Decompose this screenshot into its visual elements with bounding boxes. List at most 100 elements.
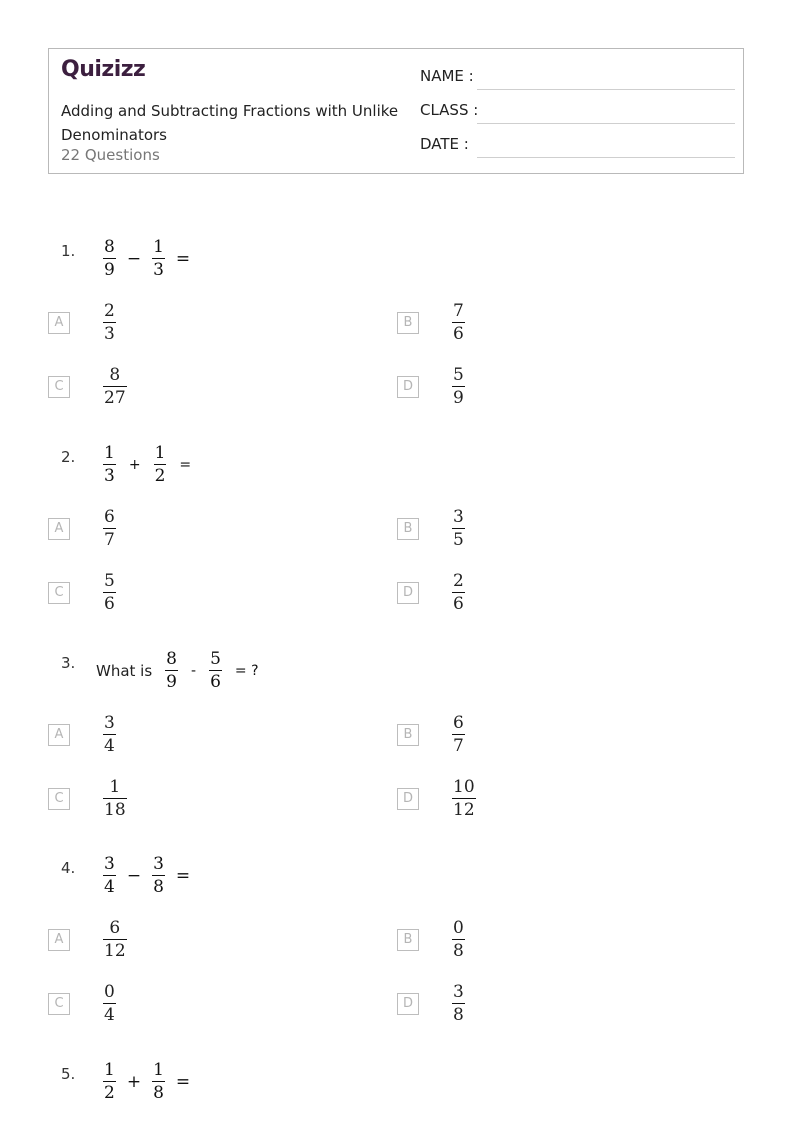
question-number: 4. bbox=[61, 859, 76, 877]
answer-choice-b[interactable]: B08 bbox=[397, 917, 468, 962]
operator: = ? bbox=[234, 662, 259, 679]
denominator: 4 bbox=[104, 877, 115, 897]
class-label: CLASS : bbox=[420, 101, 479, 119]
question-number: 1. bbox=[61, 242, 76, 260]
numerator: 3 bbox=[453, 982, 464, 1002]
question-count: 22 Questions bbox=[61, 146, 160, 164]
answer-choice-c[interactable]: C 04 bbox=[48, 981, 119, 1026]
answer-choice-a[interactable]: A67 bbox=[48, 506, 119, 551]
numerator: 3 bbox=[453, 507, 464, 527]
denominator: 9 bbox=[453, 388, 464, 408]
fraction: 76 bbox=[452, 300, 465, 345]
fraction: 26 bbox=[452, 570, 465, 615]
name-line[interactable] bbox=[477, 89, 735, 90]
fraction: 13 bbox=[152, 236, 165, 281]
numerator: 5 bbox=[210, 649, 221, 669]
question-expression: 1 3 +1 2 = bbox=[100, 442, 201, 487]
choice-letter-box[interactable]: C bbox=[48, 787, 70, 810]
numerator: 3 bbox=[104, 854, 115, 874]
fraction: 59 bbox=[452, 364, 465, 409]
choice-letter-box[interactable]: A bbox=[48, 928, 70, 951]
answer-choice-d[interactable]: D59 bbox=[397, 364, 468, 409]
question-expression: What is 8 9-5 6 = ? bbox=[96, 648, 269, 693]
answer-choice-c[interactable]: C56 bbox=[48, 570, 119, 615]
date-line[interactable] bbox=[477, 157, 735, 158]
denominator: 2 bbox=[154, 466, 166, 486]
answer-choice-a[interactable]: A 23 bbox=[48, 300, 119, 345]
numerator: 5 bbox=[104, 571, 115, 591]
fraction: 34 bbox=[103, 712, 116, 757]
numerator: 6 bbox=[109, 918, 121, 938]
fraction: 23 bbox=[103, 300, 116, 345]
choice-letter-box[interactable]: D bbox=[397, 375, 419, 398]
operator: + bbox=[126, 1071, 142, 1092]
fraction: 1 18 bbox=[103, 776, 127, 821]
choice-letter-box[interactable]: A bbox=[48, 723, 70, 746]
answer-choice-d[interactable]: D 26 bbox=[397, 570, 468, 615]
operator: − bbox=[126, 248, 142, 269]
choice-letter-box[interactable]: A bbox=[48, 517, 70, 540]
denominator: 6 bbox=[453, 594, 464, 614]
fraction: 35 bbox=[452, 506, 465, 551]
numerator: 8 bbox=[104, 237, 115, 257]
fraction: 18 bbox=[152, 1059, 165, 1104]
numerator: 3 bbox=[104, 713, 115, 733]
answer-choice-a[interactable]: A34 bbox=[48, 712, 119, 757]
answer-choice-c[interactable]: C 1 18 bbox=[48, 776, 130, 821]
denominator: 12 bbox=[453, 800, 475, 820]
denominator: 4 bbox=[104, 736, 115, 756]
date-field[interactable]: DATE : bbox=[420, 135, 735, 159]
answer-choice-a[interactable]: A 6 12 bbox=[48, 917, 130, 962]
operator: − bbox=[126, 865, 142, 886]
numerator: 1 bbox=[104, 443, 115, 463]
denominator: 12 bbox=[104, 941, 126, 961]
choice-letter-box[interactable]: B bbox=[397, 723, 419, 746]
question-expression: 3 4−3 8 = bbox=[100, 853, 198, 898]
fraction: 67 bbox=[452, 712, 465, 757]
quizizz-logo: Quizizz bbox=[61, 57, 146, 82]
class-field[interactable]: CLASS : bbox=[420, 101, 735, 125]
worksheet-title: Adding and Subtracting Fractions with Un… bbox=[61, 102, 399, 144]
answer-choice-b[interactable]: B 67 bbox=[397, 712, 468, 757]
numerator: 1 bbox=[154, 443, 166, 463]
choice-letter-box[interactable]: C bbox=[48, 375, 70, 398]
operator: = bbox=[175, 865, 191, 886]
choice-letter-box[interactable]: D bbox=[397, 787, 419, 810]
date-label: DATE : bbox=[420, 135, 469, 153]
numerator: 5 bbox=[453, 365, 464, 385]
denominator: 3 bbox=[104, 466, 115, 486]
answer-choice-d[interactable]: D 10 12 bbox=[397, 776, 479, 821]
choice-letter-box[interactable]: B bbox=[397, 311, 419, 334]
choice-letter-box[interactable]: C bbox=[48, 992, 70, 1015]
class-line[interactable] bbox=[477, 123, 735, 124]
choice-letter-box[interactable]: B bbox=[397, 517, 419, 540]
answer-choice-c[interactable]: C 8 27 bbox=[48, 364, 130, 409]
denominator: 9 bbox=[104, 260, 115, 280]
answer-choice-b[interactable]: B 35 bbox=[397, 506, 468, 551]
fraction: 6 12 bbox=[103, 917, 127, 962]
numerator: 8 bbox=[166, 649, 177, 669]
name-field[interactable]: NAME : bbox=[420, 67, 735, 91]
choice-letter-box[interactable]: B bbox=[397, 928, 419, 951]
numerator: 1 bbox=[109, 777, 121, 797]
numerator: 8 bbox=[109, 365, 121, 385]
choice-letter-box[interactable]: C bbox=[48, 581, 70, 604]
choice-letter-box[interactable]: A bbox=[48, 311, 70, 334]
choice-letter-box[interactable]: D bbox=[397, 992, 419, 1015]
fraction: 38 bbox=[452, 981, 465, 1026]
fraction: 34 bbox=[103, 853, 116, 898]
name-label: NAME : bbox=[420, 67, 474, 85]
choice-letter-box[interactable]: D bbox=[397, 581, 419, 604]
fraction: 12 bbox=[103, 1059, 116, 1104]
denominator: 27 bbox=[104, 388, 126, 408]
numerator: 1 bbox=[153, 1060, 164, 1080]
numerator: 7 bbox=[453, 301, 464, 321]
fraction: 04 bbox=[103, 981, 116, 1026]
answer-choice-b[interactable]: B 76 bbox=[397, 300, 468, 345]
denominator: 8 bbox=[453, 941, 464, 961]
question-number: 5. bbox=[61, 1065, 76, 1083]
numerator: 6 bbox=[104, 507, 115, 527]
answer-choice-d[interactable]: D 38 bbox=[397, 981, 468, 1026]
operator: - bbox=[191, 662, 197, 679]
fraction: 38 bbox=[152, 853, 165, 898]
